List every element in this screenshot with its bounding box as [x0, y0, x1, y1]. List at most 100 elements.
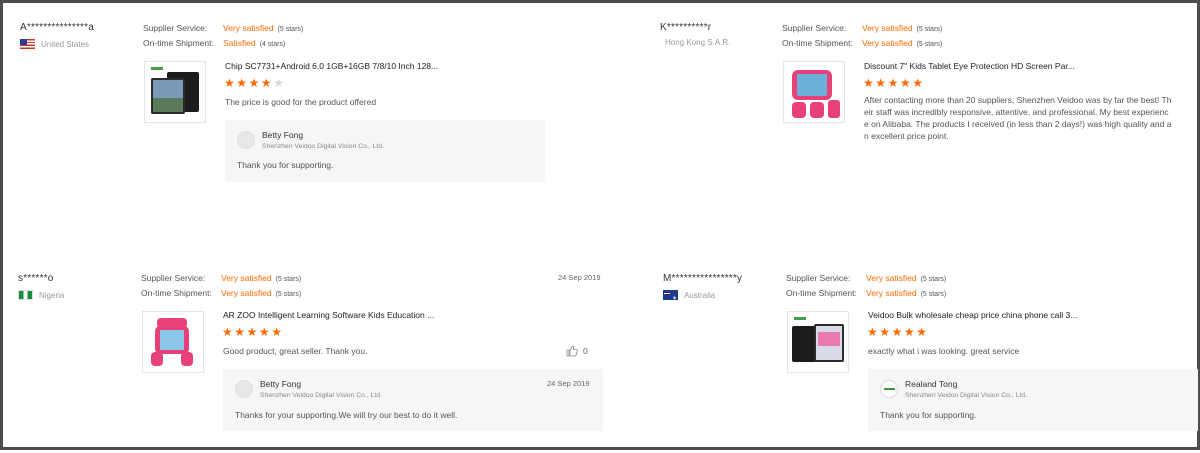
review-comment-line: After contacting more than 20 suppliers,…: [864, 95, 1172, 105]
star-filled-icon: ★: [891, 325, 903, 339]
supplier-service-rating: Supplier Service: Very satisfied (5 stars): [782, 23, 942, 33]
star-filled-icon: ★: [863, 76, 874, 90]
review-date: 24 Sep 2019: [558, 273, 601, 282]
shipment-stars: (5 stars): [920, 291, 947, 298]
shipment-rating: On-time Shipment: Very satisfied (5 stars): [782, 38, 942, 48]
shipment-label: On-time Shipment:: [782, 38, 853, 48]
review-stars: ★ ★ ★ ★ ★: [863, 77, 924, 89]
helpful-count: 0: [583, 346, 588, 356]
buyer-country: United States: [20, 39, 89, 49]
shipment-value: Very satisfied: [221, 288, 272, 298]
reply-date: 24 Sep 2019: [547, 379, 590, 388]
seller-company: Shenzhen Veidoo Digital Vision Co., Ltd.: [262, 143, 384, 150]
review-comment: exactly what i was looking. great servic…: [868, 346, 1020, 356]
star-filled-icon: ★: [248, 76, 260, 90]
seller-logo-icon: [880, 380, 898, 398]
supplier-service-value: Very satisfied: [862, 23, 913, 33]
buyer-name: M****************y: [663, 273, 743, 284]
tablet-image-icon: [151, 67, 199, 114]
review-stars: ★ ★ ★ ★ ★: [867, 326, 928, 338]
kids-tablet-image-icon: [151, 318, 193, 366]
review-stars: ★ ★ ★ ★ ★: [224, 77, 285, 89]
shipment-label: On-time Shipment:: [141, 288, 212, 298]
star-filled-icon: ★: [246, 325, 258, 339]
supplier-service-label: Supplier Service:: [141, 273, 206, 283]
seller-reply-text: Thanks for your supporting.We will try o…: [235, 410, 458, 420]
nigeria-flag-icon: [18, 290, 33, 300]
kids-tablet-image-icon: [792, 70, 840, 118]
product-title-link[interactable]: Veidoo Bulk wholesale cheap price china …: [868, 310, 1077, 320]
star-filled-icon: ★: [899, 76, 911, 90]
seller-company: Shenzhen Veidoo Digital Vision Co., Ltd.: [905, 392, 1027, 399]
review-card: s******o Nigeria Supplier Service: Very s…: [3, 228, 603, 453]
helpful-button[interactable]: 0: [566, 345, 588, 357]
seller-reply: Realand Tong Shenzhen Veidoo Digital Vis…: [868, 369, 1198, 431]
buyer-country: Australia: [663, 290, 715, 300]
buyer-name: A***************a: [20, 22, 95, 33]
supplier-service-stars: (5 stars): [916, 26, 943, 33]
star-empty-icon: ★: [273, 76, 284, 90]
supplier-service-stars: (5 stars): [920, 276, 947, 283]
supplier-service-value: Very satisfied: [223, 23, 274, 33]
buyer-name: K**********r: [660, 22, 712, 33]
product-thumbnail[interactable]: [783, 61, 845, 123]
supplier-service-label: Supplier Service:: [786, 273, 851, 283]
seller-name: Betty Fong: [262, 130, 304, 140]
product-thumbnail[interactable]: [142, 311, 204, 373]
seller-avatar: [235, 380, 253, 398]
review-card: K**********r Hong Kong S.A.R. Supplier S…: [603, 3, 1200, 228]
tablet-image-icon: [792, 317, 844, 362]
seller-reply: Betty Fong Shenzhen Veidoo Digital Visio…: [225, 120, 545, 182]
product-title-link[interactable]: Discount 7" Kids Tablet Eye Protection H…: [864, 61, 1075, 71]
buyer-country: Nigeria: [18, 290, 64, 300]
review-comment: Good product, great seller. Thank you.: [223, 346, 368, 356]
star-filled-icon: ★: [258, 325, 270, 339]
review-comment-line: eir staff was incredibly responsive, att…: [864, 107, 1169, 117]
thumbs-up-icon: [566, 345, 578, 357]
shipment-value: Satisfied: [223, 38, 256, 48]
star-filled-icon: ★: [887, 76, 899, 90]
star-filled-icon: ★: [260, 76, 272, 90]
review-comment-line: n excellent price point.: [864, 131, 949, 141]
star-filled-icon: ★: [875, 76, 887, 90]
product-thumbnail[interactable]: [787, 311, 849, 373]
us-flag-icon: [20, 39, 35, 49]
supplier-service-label: Supplier Service:: [782, 23, 847, 33]
shipment-rating: On-time Shipment: Very satisfied (5 stars): [141, 288, 301, 298]
star-filled-icon: ★: [224, 76, 235, 90]
shipment-stars: (5 stars): [275, 291, 302, 298]
star-filled-icon: ★: [222, 325, 233, 339]
supplier-service-rating: Supplier Service: Very satisfied (5 stars): [786, 273, 946, 283]
seller-reply-text: Thank you for supporting.: [880, 410, 977, 420]
australia-flag-icon: [663, 290, 678, 300]
star-filled-icon: ★: [903, 325, 915, 339]
shipment-rating: On-time Shipment: Satisfied (4 stars): [143, 38, 285, 48]
shipment-label: On-time Shipment:: [786, 288, 857, 298]
shipment-stars: (4 stars): [259, 41, 286, 48]
review-comment: The price is good for the product offere…: [225, 97, 377, 107]
product-title-link[interactable]: AR ZOO Intelligent Learning Software Kid…: [223, 310, 434, 320]
shipment-value: Very satisfied: [866, 288, 917, 298]
supplier-service-rating: Supplier Service: Very satisfied (5 stars): [141, 273, 301, 283]
seller-name: Realand Tong: [905, 379, 958, 389]
supplier-service-stars: (5 stars): [277, 26, 304, 33]
product-thumbnail[interactable]: [144, 61, 206, 123]
shipment-rating: On-time Shipment: Very satisfied (5 stars): [786, 288, 946, 298]
review-comment: After contacting more than 20 suppliers,…: [864, 94, 1194, 142]
star-filled-icon: ★: [916, 325, 927, 339]
star-filled-icon: ★: [236, 76, 248, 90]
star-filled-icon: ★: [879, 325, 891, 339]
shipment-stars: (5 stars): [916, 41, 943, 48]
country-name: Hong Kong S.A.R.: [665, 38, 731, 47]
shipment-value: Very satisfied: [862, 38, 913, 48]
seller-avatar: [237, 131, 255, 149]
supplier-service-stars: (5 stars): [275, 276, 302, 283]
product-title-link[interactable]: Chip SC7731+Android 6.0 1GB+16GB 7/8/10 …: [225, 61, 438, 71]
star-filled-icon: ★: [867, 325, 878, 339]
supplier-service-rating: Supplier Service: Very satisfied (5 stars): [143, 23, 303, 33]
review-stars: ★ ★ ★ ★ ★: [222, 326, 283, 338]
seller-reply-text: Thank you for supporting.: [237, 160, 334, 170]
star-filled-icon: ★: [912, 76, 923, 90]
country-name: Nigeria: [39, 290, 65, 300]
buyer-name: s******o: [18, 273, 54, 284]
